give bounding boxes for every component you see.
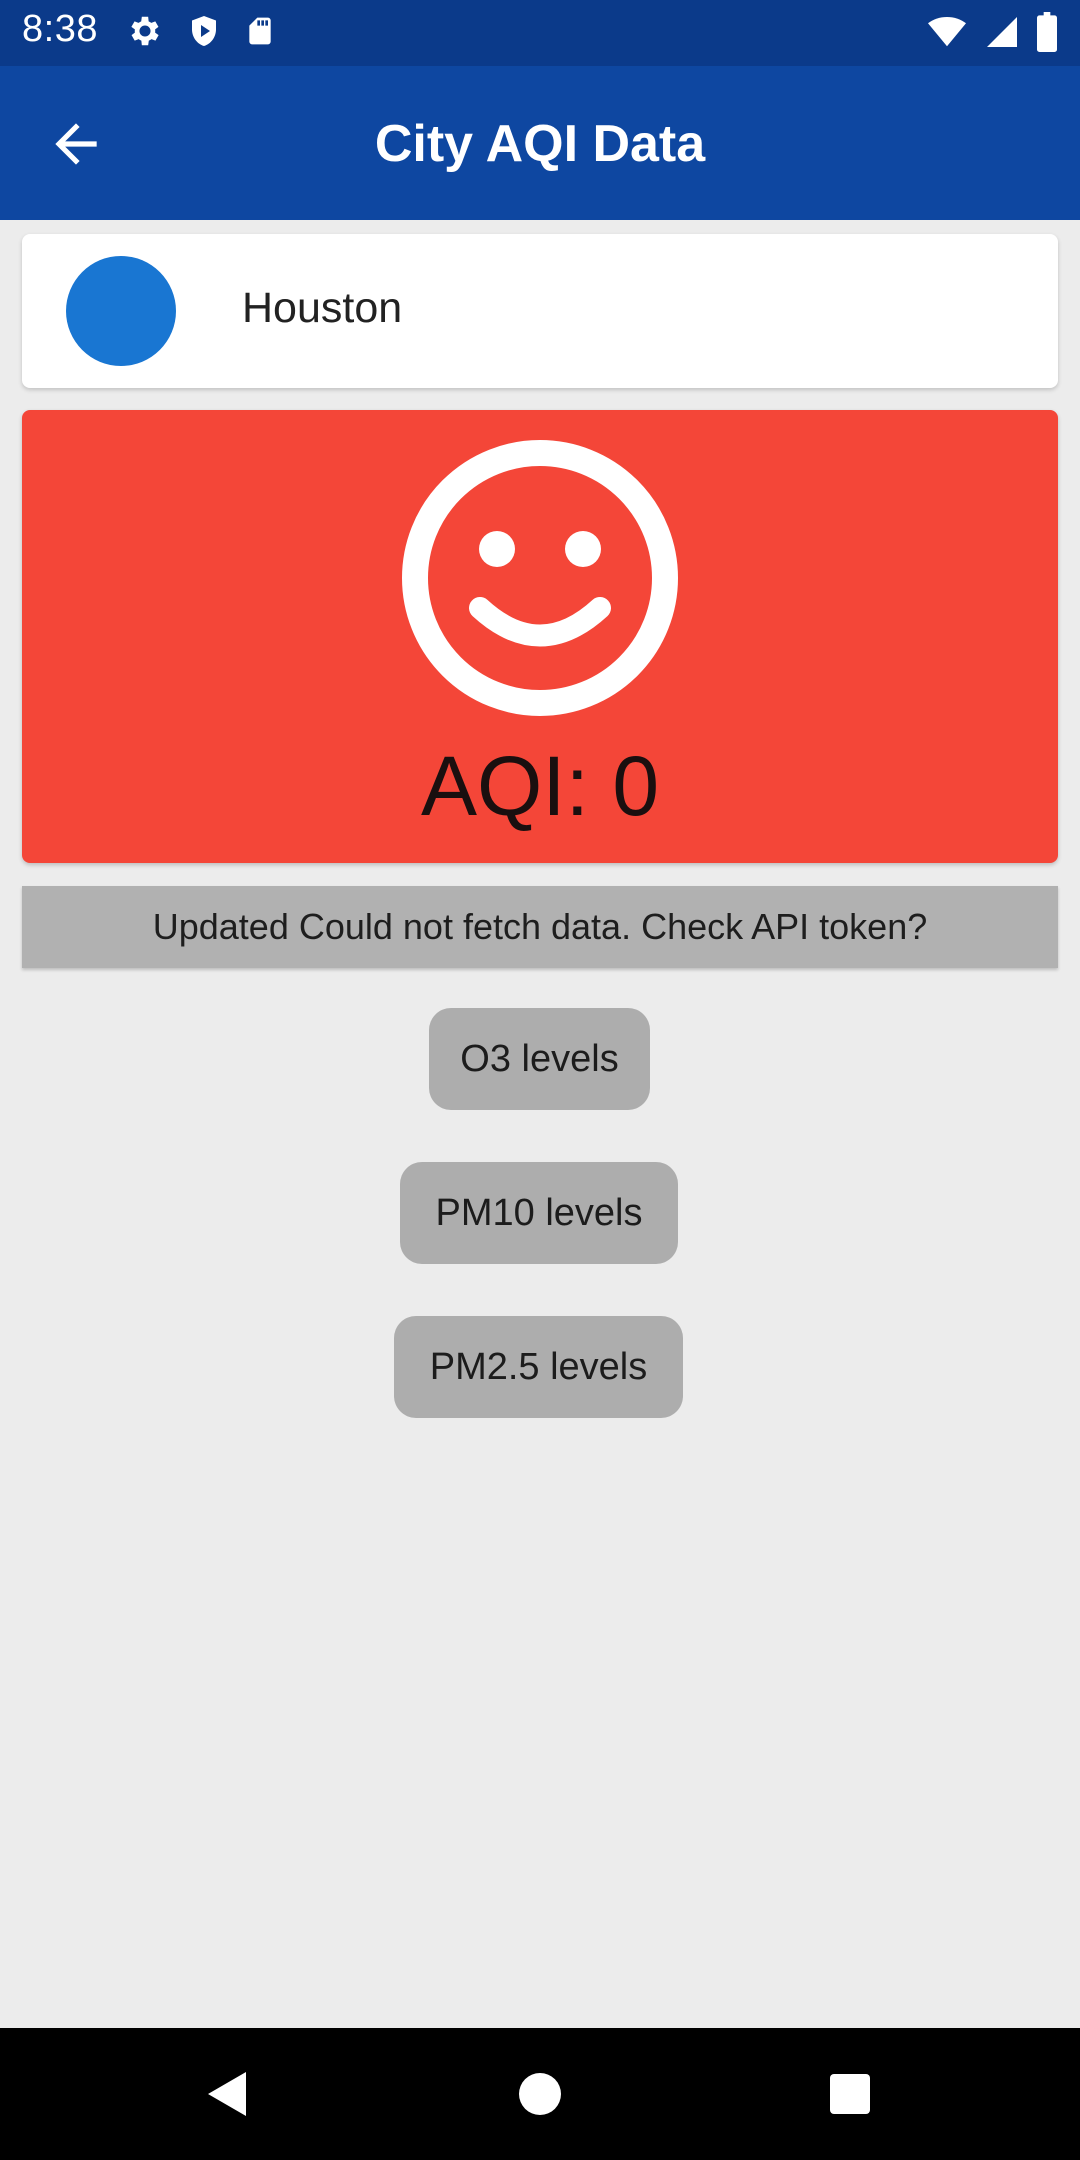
aqi-card: AQI: 0 bbox=[22, 410, 1058, 863]
page-title: City AQI Data bbox=[374, 115, 706, 173]
city-card[interactable]: Houston bbox=[22, 234, 1058, 388]
city-indicator-dot bbox=[66, 256, 176, 366]
shield-icon bbox=[186, 12, 222, 50]
wifi-icon bbox=[926, 13, 968, 51]
city-name: Houston bbox=[242, 284, 403, 332]
pm10-levels-button[interactable]: PM10 levels bbox=[400, 1162, 678, 1264]
settings-icon bbox=[126, 12, 164, 50]
status-time: 8:38 bbox=[22, 8, 98, 50]
navigation-bar bbox=[0, 2028, 1080, 2160]
aqi-value: AQI: 0 bbox=[420, 739, 660, 833]
status-icons-left bbox=[126, 12, 276, 50]
nav-back-icon[interactable] bbox=[200, 2064, 260, 2124]
app-bar: City AQI Data bbox=[0, 66, 1080, 220]
pm25-levels-button[interactable]: PM2.5 levels bbox=[394, 1316, 683, 1418]
nav-home-icon[interactable] bbox=[510, 2064, 570, 2124]
smiley-face-icon bbox=[400, 438, 680, 718]
o3-levels-button[interactable]: O3 levels bbox=[429, 1008, 650, 1110]
battery-icon bbox=[1036, 12, 1058, 52]
status-icons-right bbox=[926, 12, 1058, 52]
nav-recents-icon[interactable] bbox=[820, 2064, 880, 2124]
signal-icon bbox=[984, 13, 1020, 51]
update-status: Updated Could not fetch data. Check API … bbox=[22, 886, 1058, 968]
sd-card-icon bbox=[244, 12, 276, 50]
status-bar: 8:38 bbox=[0, 0, 1080, 66]
